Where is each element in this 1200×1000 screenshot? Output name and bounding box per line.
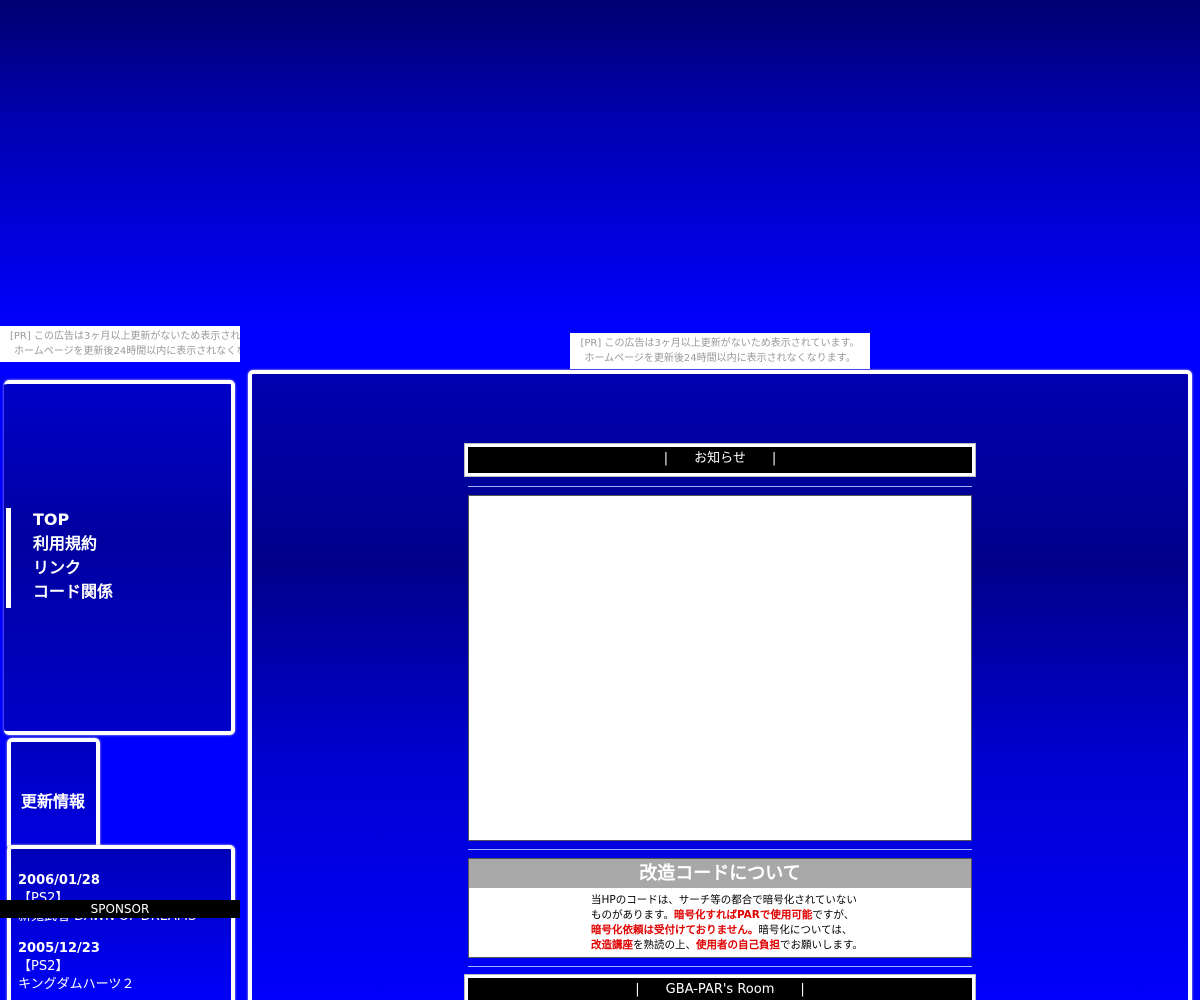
code-line: 当HPのコードは、サーチ等の都合で暗号化されていない [591, 894, 857, 906]
code-info-title: 改造コードについて [469, 859, 971, 888]
pr-ad-line2: ホームページを更新後24時間以内に表示されなくなります。 [584, 353, 856, 364]
gba-par-title-bar: | GBA-PAR's Room | [465, 975, 975, 1000]
code-line: 暗号化依頼は受付けておりません。暗号化については、 [591, 924, 853, 936]
nav-item-codes[interactable]: コード関係 [33, 580, 206, 604]
divider [468, 849, 972, 850]
pr-ad-line2: ホームページを更新後24時間以内に表示されなくなります。 [14, 346, 240, 357]
nav-item-links[interactable]: リンク [33, 556, 206, 580]
nav-menu: TOP 利用規約 リンク コード関係 [6, 508, 206, 608]
nav-item-terms[interactable]: 利用規約 [33, 532, 206, 556]
notice-title-bar: | お知らせ | [465, 444, 975, 476]
code-tutorial-link[interactable]: 改造講座 [591, 939, 633, 951]
code-line: 改造講座を熟読の上、使用者の自己負担でお願いします。 [591, 939, 863, 951]
pr-ad-line1: [PR] この広告は3ヶ月以上更新がないため表示されています。 [580, 338, 860, 349]
news-date: 2005/12/23 [18, 941, 100, 956]
news-entry: 2005/12/23 【PS2】 キングダムハーツ２ [18, 940, 134, 994]
divider [468, 486, 972, 487]
pr-ad-line1: [PR] この広告は3ヶ月以上更新がないため表示されています。 [10, 331, 240, 342]
sponsor-bar[interactable]: SPONSOR [0, 900, 240, 918]
notice-content-box [468, 495, 972, 841]
code-line: ものがあります。暗号化すればPARで使用可能ですが、 [591, 909, 855, 921]
news-heading-box: 更新情報 [7, 738, 100, 850]
news-tag: 【PS2】 [18, 959, 69, 974]
news-heading: 更新情報 [21, 792, 86, 811]
code-info-box: 改造コードについて 当HPのコードは、サーチ等の都合で暗号化されていない ものが… [468, 858, 972, 958]
code-info-text: 当HPのコードは、サーチ等の都合で暗号化されていない ものがあります。暗号化すれ… [469, 888, 971, 953]
news-title[interactable]: キングダムハーツ２ [18, 976, 134, 994]
nav-item-top[interactable]: TOP [33, 508, 206, 532]
pr-ad-main[interactable]: [PR] この広告は3ヶ月以上更新がないため表示されています。 ホームページを更… [570, 333, 870, 369]
pr-ad-left[interactable]: [PR] この広告は3ヶ月以上更新がないため表示されています。 ホームページを更… [0, 326, 240, 362]
news-date: 2006/01/28 [18, 873, 100, 888]
divider [468, 966, 972, 967]
